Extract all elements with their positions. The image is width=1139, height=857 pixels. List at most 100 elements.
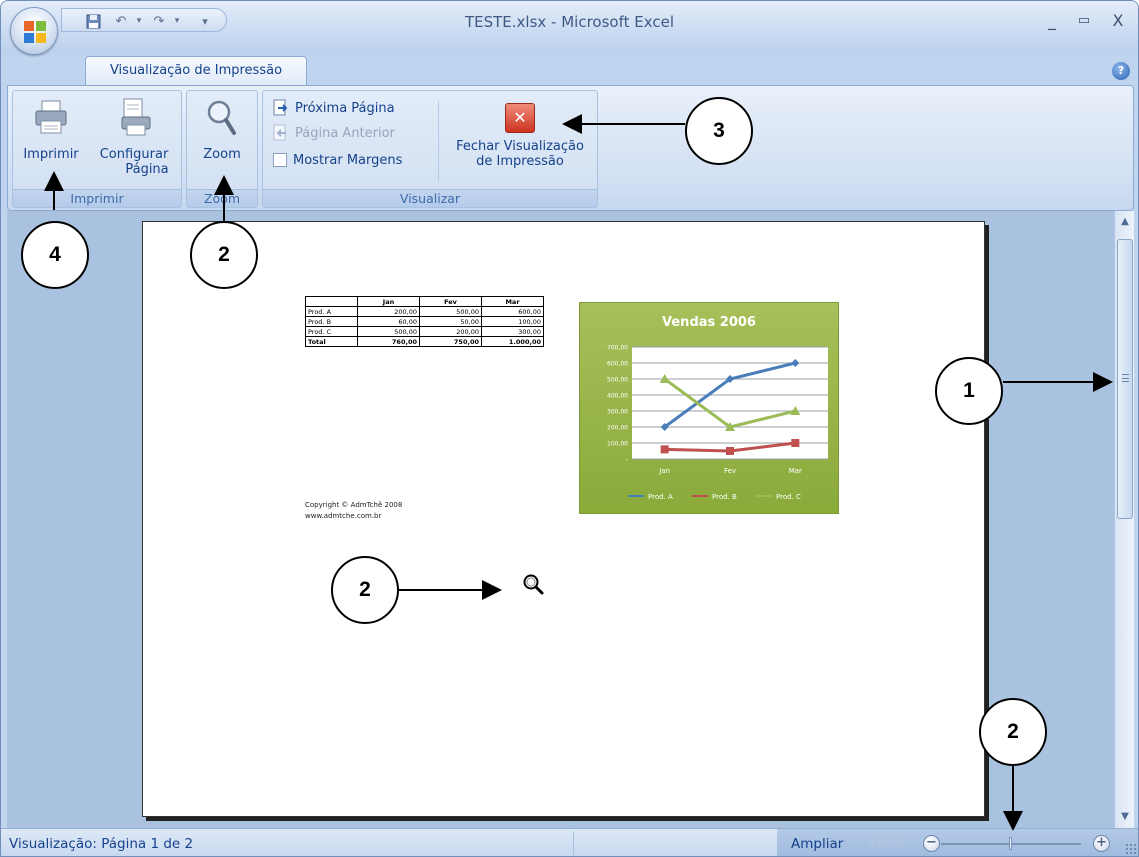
table-cell: 500,00 (357, 326, 420, 337)
group-label-zoom: Zoom (187, 189, 257, 207)
data-point (726, 447, 734, 455)
table-cell: 100,00 (481, 316, 544, 327)
close-button[interactable]: X (1105, 9, 1131, 31)
group-zoom: Zoom Zoom (186, 90, 258, 208)
zoom-button[interactable]: Zoom (191, 97, 253, 162)
data-point (660, 445, 669, 454)
excel-window: ↶ ▾ ↷ ▾ ▾ TESTE.xlsx - Microsoft Excel _… (0, 0, 1139, 857)
table-header-row: Jan Fev Mar (305, 296, 544, 307)
checkbox-box[interactable] (273, 153, 287, 167)
chart-svg: 700,00 600,00 500,00 400,00 300,00 200,00 100,… (607, 345, 828, 501)
scroll-thumb[interactable] (1117, 239, 1133, 519)
zoom-ampliar-button[interactable]: Ampliar (791, 836, 843, 852)
group-label-visualizar: Visualizar (263, 189, 597, 207)
table-cell: 1.000,00 (481, 336, 544, 347)
callout-4: 4 (21, 221, 89, 289)
website-line: www.admtche.com.br (305, 512, 382, 520)
table-cell: 60,00 (357, 316, 420, 327)
table-header-cell: Mar (481, 296, 544, 307)
callout-1: 1 (935, 357, 1003, 425)
table-cell: 500,00 (419, 306, 482, 317)
fechar-label-2: de Impressão (476, 154, 564, 169)
zoom-out-icon[interactable]: − (923, 835, 940, 852)
group-imprimir: Imprimir Configurar Página Imprimir (12, 90, 182, 208)
configurar-pagina-button[interactable]: Configurar Página (89, 97, 179, 177)
table-cell: 750,00 (419, 336, 482, 347)
table-header-cell: Jan (357, 296, 420, 307)
grip-icon (1122, 374, 1129, 382)
status-bar: Visualização: Página 1 de 2 Ampliar 100%… (1, 828, 1138, 856)
sales-chart: Vendas 2006 700,00 600,00 500,00 400,00 300,… (579, 302, 839, 514)
proxima-pagina-button[interactable]: Próxima Página (271, 97, 395, 119)
fechar-visualizacao-button[interactable]: ✕ Fechar Visualização de Impressão (445, 91, 595, 169)
data-table: Jan Fev Mar Prod. A 200,00 500,00 600,00… (305, 296, 544, 347)
table-cell: 300,00 (481, 326, 544, 337)
imprimir-label: Imprimir (23, 147, 79, 162)
previous-page-icon (273, 124, 286, 141)
zoom-percentage: 100% (868, 836, 906, 851)
mostrar-margens-label: Mostrar Margens (293, 152, 403, 168)
vertical-scrollbar[interactable]: ▲ ▼ (1114, 211, 1134, 828)
zoom-label: Zoom (203, 147, 241, 162)
table-cell: 200,00 (419, 326, 482, 337)
status-divider (573, 831, 574, 855)
zoom-slider-thumb[interactable] (1009, 837, 1012, 850)
y-tick-label: 300,00 (607, 409, 628, 416)
table-cell: Prod. C (305, 326, 358, 337)
print-preview-area: Jan Fev Mar Prod. A 200,00 500,00 600,00… (7, 211, 1114, 828)
callout-3: 3 (685, 97, 753, 165)
x-tick-label: Mar (789, 467, 802, 475)
data-point (791, 439, 800, 447)
help-icon[interactable]: ? (1112, 62, 1130, 80)
table-cell: 200,00 (357, 306, 420, 317)
table-header-cell: Fev (419, 296, 482, 307)
scroll-up-icon[interactable]: ▲ (1116, 213, 1134, 231)
close-preview-icon: ✕ (505, 103, 535, 133)
pagina-anterior-label: Página Anterior (295, 125, 395, 141)
y-tick-label: 500,00 (607, 377, 628, 384)
callout-2-zoom: 2 (190, 221, 258, 289)
table-total-row: Total 760,00 750,00 1.000,00 (305, 336, 544, 347)
legend-label: Prod. B (712, 493, 737, 501)
table-cell: 50,00 (419, 316, 482, 327)
maximize-button[interactable]: ▭ (1071, 9, 1097, 31)
next-page-icon (273, 99, 288, 116)
fechar-label-1: Fechar Visualização (456, 139, 584, 154)
printer-icon (35, 100, 67, 134)
pagina-anterior-button[interactable]: Página Anterior (271, 122, 395, 144)
resize-grip-icon[interactable] (1125, 843, 1137, 855)
table-cell: Prod. B (305, 316, 358, 327)
x-tick-label: Jan (658, 467, 670, 475)
minimize-button[interactable]: _ (1039, 9, 1065, 31)
table-cell: 600,00 (481, 306, 544, 317)
scroll-down-icon[interactable]: ▼ (1116, 808, 1134, 826)
title-bar: ↶ ▾ ↷ ▾ ▾ TESTE.xlsx - Microsoft Excel _… (1, 1, 1138, 55)
group-visualizar: Próxima Página Página Anterior Mostrar M… (262, 90, 598, 208)
tab-visualizacao-impressao[interactable]: Visualização de Impressão (85, 56, 307, 86)
ribbon: Imprimir Configurar Página Imprimir Zoom… (7, 85, 1134, 211)
proxima-pagina-label: Próxima Página (295, 100, 395, 116)
configurar-label-1: Configurar (99, 147, 169, 162)
x-tick-label: Fev (724, 467, 736, 475)
zoom-in-icon[interactable]: + (1093, 835, 1110, 852)
callout-2-slider: 2 (979, 698, 1047, 766)
zoom-cursor-icon (523, 574, 544, 595)
table-cell: Total (305, 336, 358, 347)
window-title: TESTE.xlsx - Microsoft Excel (464, 13, 675, 31)
y-tick-label: - (626, 457, 628, 464)
table-cell: Prod. A (305, 306, 358, 317)
y-tick-label: 700,00 (607, 345, 628, 352)
y-tick-label: 400,00 (607, 393, 628, 400)
mostrar-margens-checkbox[interactable]: Mostrar Margens (273, 149, 402, 171)
magnifier-icon (207, 100, 236, 135)
y-tick-label: 100,00 (607, 441, 628, 448)
y-tick-label: 600,00 (607, 361, 628, 368)
table-row: Prod. C 500,00 200,00 300,00 (305, 326, 544, 337)
copyright-text: Copyright © AdmTchê 2008 www.admtche.com… (305, 500, 402, 522)
preview-page[interactable]: Jan Fev Mar Prod. A 200,00 500,00 600,00… (142, 221, 985, 817)
group-label-imprimir: Imprimir (13, 189, 181, 207)
legend-label: Prod. A (648, 493, 673, 501)
imprimir-button[interactable]: Imprimir (17, 97, 85, 162)
callout-2-cursor: 2 (331, 556, 399, 624)
table-row: Prod. B 60,00 50,00 100,00 (305, 316, 544, 327)
